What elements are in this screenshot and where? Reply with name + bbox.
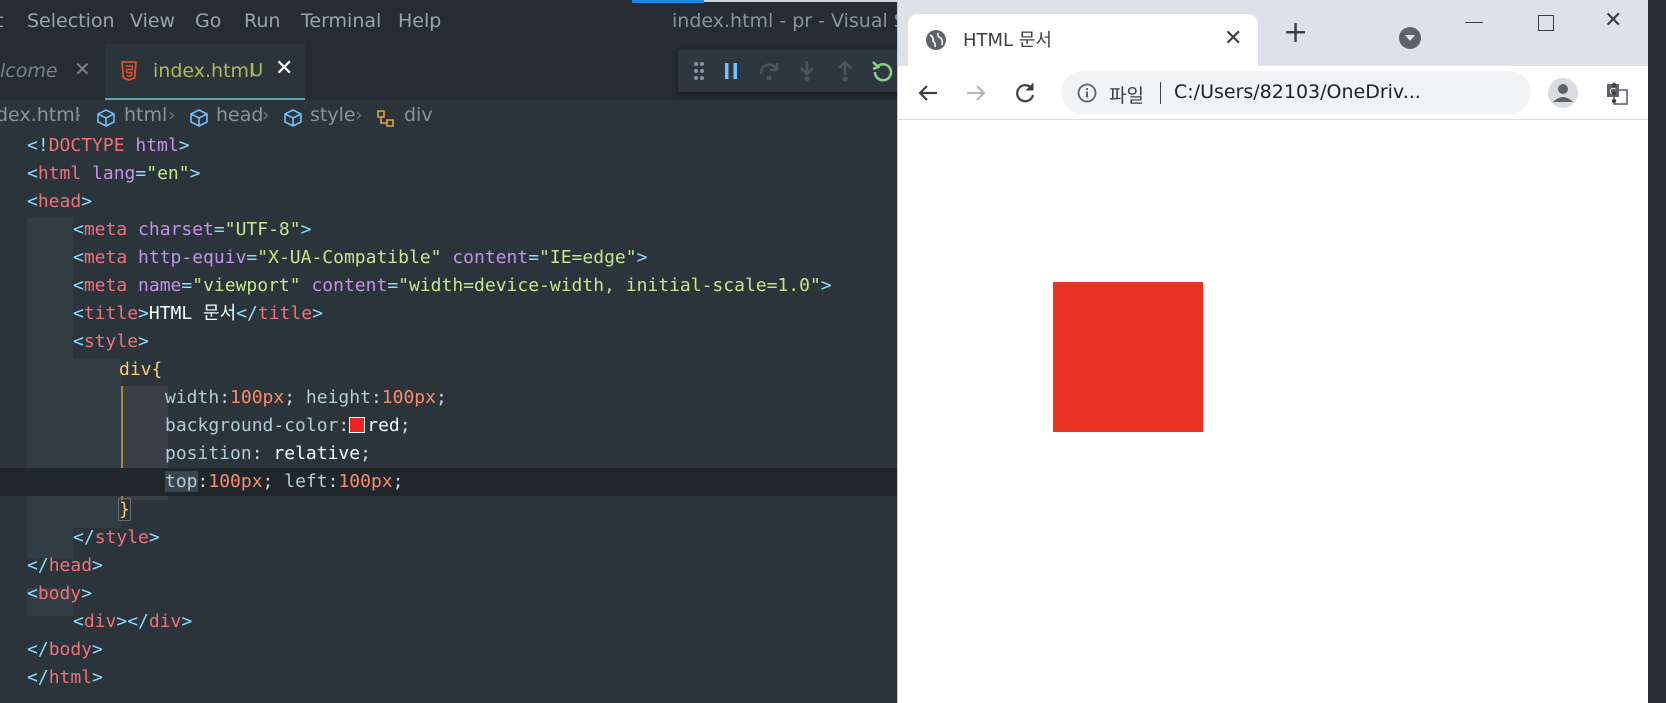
code-line-9: div{ [119,359,163,380]
breadcrumb-style[interactable]: style [310,104,356,126]
step-into-icon[interactable] [794,58,820,84]
tab-welcome[interactable]: lcome ✕ [0,44,103,100]
menu-terminal[interactable]: Terminal [301,10,381,32]
chevron-right-icon: › [355,104,363,126]
code-line-3: <head> [27,191,93,212]
debug-toolbar [678,50,897,92]
chrome-window: HTML 문서 ✕ + ✕ 파일 C:/Users/82103/OneDriv.… [897,0,1648,703]
tab-welcome-label: lcome [0,60,58,82]
code-line-8: <style> [73,331,149,352]
close-icon[interactable]: ✕ [74,57,91,81]
code-line-7: <title>HTML 문서</title> [73,303,323,324]
menu-go[interactable]: Go [195,10,221,32]
restart-icon[interactable] [870,58,896,84]
code-line-18: <div></div> [73,611,193,632]
maximize-icon[interactable] [1538,15,1554,31]
code-line-16: </head> [27,555,103,576]
cube-icon [284,109,302,127]
tab-index-label: index.html [153,60,255,82]
tab-search-icon[interactable] [1399,27,1421,49]
code-line-11: background-color: red; [165,415,411,436]
cube-icon [190,109,208,127]
back-icon[interactable] [913,78,943,108]
url-scheme-label: 파일 [1109,85,1144,107]
chevron-right-icon: › [262,104,270,126]
code-line-13-current: top:100px; left:100px; [0,468,897,496]
menu-run[interactable]: Run [244,10,280,32]
vscode-window: t Selection View Go Run Terminal Help in… [0,0,897,703]
address-bar[interactable]: 파일 C:/Users/82103/OneDriv... G ☆ [1061,71,1628,114]
close-icon[interactable]: ✕ [1224,26,1242,51]
menu-selection[interactable]: Selection [27,10,115,32]
code-line-17: <body> [27,583,93,604]
profile-avatar-icon[interactable] [1548,78,1578,108]
browser-tab[interactable]: HTML 문서 ✕ [908,14,1258,66]
menu-bar: t Selection View Go Run Terminal Help in… [0,0,897,44]
cube-icon [97,109,115,127]
breadcrumb-div[interactable]: div [404,104,433,126]
breadcrumb-file[interactable]: dex.html [0,104,80,126]
step-over-icon[interactable] [756,58,782,84]
code-line-6: <meta name="viewport" content="width=dev… [73,275,832,296]
chevron-right-icon: › [74,104,82,126]
breadcrumb-head[interactable]: head [216,104,263,126]
breadcrumb-html[interactable]: html [124,104,167,126]
close-icon[interactable]: ✕ [275,56,293,81]
drag-handle-icon[interactable] [686,58,712,84]
step-out-icon[interactable] [832,58,858,84]
color-swatch[interactable] [349,417,366,433]
code-line-12: position: relative; [165,443,371,464]
page-viewport [898,120,1648,703]
divider [1160,82,1161,104]
code-line-10: width:100px; height:100px; [165,387,447,408]
title-progress-track [704,0,897,2]
code-line-14: } [118,498,131,521]
reload-icon[interactable] [1010,78,1040,108]
selector-icon [377,110,394,127]
pause-icon[interactable] [718,58,744,84]
background-window-edge [1648,0,1666,703]
code-line-19: </body> [27,639,103,660]
url-text[interactable]: C:/Users/82103/OneDriv... [1174,81,1421,103]
code-editor[interactable]: <!DOCTYPE html> <html lang="en"> <head> … [0,132,897,703]
code-line-15: </style> [73,527,160,548]
kebab-menu-icon[interactable] [1609,78,1619,108]
code-line-4: <meta charset="UTF-8"> [73,219,312,240]
new-tab-button[interactable]: + [1283,18,1308,48]
chevron-right-icon: › [168,104,176,126]
chrome-titlebar: HTML 문서 ✕ + ✕ [898,0,1648,66]
menu-terminal-partial[interactable]: t [0,10,3,32]
browser-tab-title: HTML 문서 [963,30,1052,51]
globe-icon [926,30,946,50]
untracked-badge: U [250,60,264,81]
code-line-5: <meta http-equiv="X-UA-Compatible" conte… [73,247,648,268]
breadcrumb: dex.html › html › head › style › div [0,100,897,132]
code-line-1: <!DOCTYPE html> [27,135,190,156]
window-close-icon[interactable]: ✕ [1604,8,1622,33]
menu-help[interactable]: Help [398,10,441,32]
info-icon[interactable] [1077,83,1097,103]
forward-icon[interactable] [961,78,991,108]
rendered-red-div [1053,282,1203,432]
chrome-toolbar: 파일 C:/Users/82103/OneDriv... G ☆ [898,66,1648,120]
html5-icon [121,61,137,81]
code-line-20: </html> [27,667,103,688]
title-progress-accent [632,0,704,3]
menu-view[interactable]: View [130,10,175,32]
window-title: index.html - pr - Visual Studio [672,10,897,32]
tab-index-html[interactable]: index.html U ✕ [105,44,305,100]
code-line-2: <html lang="en"> [27,163,201,184]
minimize-icon[interactable] [1465,22,1483,23]
